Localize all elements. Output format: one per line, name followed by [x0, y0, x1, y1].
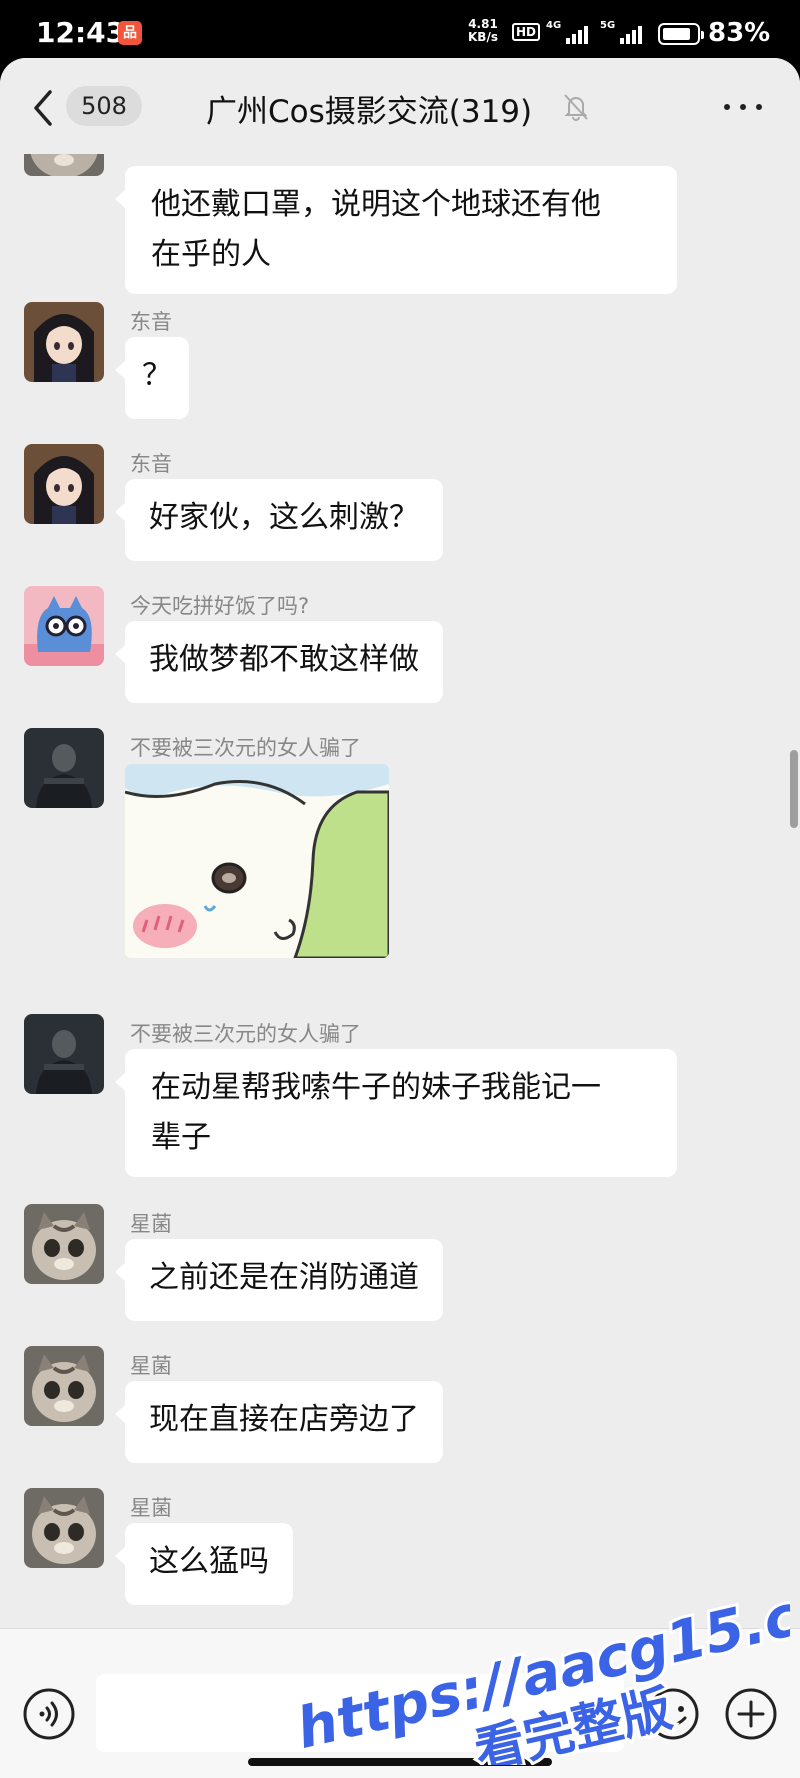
- blue-cat-avatar-icon[interactable]: [24, 586, 104, 666]
- crying-cartoon-sticker[interactable]: [125, 764, 389, 958]
- sender-name: 星菌: [130, 1496, 172, 1520]
- message-bubble[interactable]: 现在直接在店旁边了: [115, 1381, 443, 1463]
- sender-name: 东音: [130, 452, 172, 476]
- message-bubble[interactable]: 之前还是在消防通道: [115, 1239, 443, 1321]
- signal-5g-icon: 5G: [600, 20, 646, 46]
- more-options-button[interactable]: [718, 94, 768, 120]
- plus-icon: [725, 1688, 777, 1740]
- message-bubble[interactable]: ？: [115, 337, 189, 419]
- sender-name: 星菌: [130, 1354, 172, 1378]
- message-bubble[interactable]: 他还戴口罩，说明这个地球还有他 在乎的人: [115, 166, 677, 294]
- network-speed: 4.81 KB/s: [468, 17, 498, 44]
- anime-girl-avatar-icon[interactable]: [24, 302, 104, 382]
- status-bar: 12:43 品 4.81 KB/s HD 4G 5G 83%: [0, 0, 800, 58]
- anime-girl-avatar-icon[interactable]: [24, 444, 104, 524]
- cat-avatar-icon[interactable]: [24, 154, 104, 176]
- unread-count-badge[interactable]: 508: [66, 86, 142, 126]
- status-time: 12:43: [36, 16, 126, 49]
- dark-man-avatar-icon[interactable]: [24, 1014, 104, 1094]
- chat-app: 508 广州Cos摄影交流(319) 他还戴口罩，说明这个地球还有他 在乎的人 …: [0, 58, 800, 1778]
- sender-name: 星菌: [130, 1212, 172, 1236]
- emoji-button[interactable]: [646, 1687, 700, 1741]
- signal-4g-icon: 4G: [546, 20, 592, 46]
- app-notification-icon: 品: [118, 21, 142, 45]
- message-bubble[interactable]: 我做梦都不敢这样做: [115, 621, 443, 703]
- voice-input-button[interactable]: [22, 1687, 76, 1741]
- sender-name: 不要被三次元的女人骗了: [130, 1022, 361, 1046]
- message-bubble[interactable]: 好家伙，这么刺激？: [115, 479, 443, 561]
- more-functions-button[interactable]: [724, 1687, 778, 1741]
- sender-name: 东音: [130, 310, 172, 334]
- message-input[interactable]: [96, 1674, 624, 1752]
- battery-percent: 83%: [708, 18, 771, 48]
- mute-bell-icon: [562, 92, 590, 122]
- message-bubble[interactable]: 这么猛吗: [115, 1523, 293, 1605]
- chevron-left-icon: [34, 90, 52, 126]
- dark-man-avatar-icon[interactable]: [24, 728, 104, 808]
- cat-avatar-icon[interactable]: [24, 1346, 104, 1426]
- battery-icon: [658, 23, 704, 45]
- cat-avatar-icon[interactable]: [24, 1488, 104, 1568]
- hd-voice-icon: HD: [512, 23, 541, 41]
- chat-title: 广州Cos摄影交流(319): [206, 94, 533, 130]
- chat-header: 508 广州Cos摄影交流(319): [0, 58, 800, 154]
- input-bar: [0, 1628, 800, 1778]
- scrollbar-thumb[interactable]: [790, 750, 798, 828]
- back-button[interactable]: [28, 84, 58, 132]
- message-bubble[interactable]: 在动星帮我嗦牛子的妹子我能记一 辈子: [115, 1049, 677, 1177]
- smiley-icon: [647, 1688, 699, 1740]
- voice-icon: [23, 1688, 75, 1740]
- sender-name: 今天吃拼好饭了吗?: [130, 594, 310, 618]
- sender-name: 不要被三次元的女人骗了: [130, 736, 361, 760]
- home-indicator[interactable]: [248, 1758, 552, 1766]
- message-list[interactable]: 他还戴口罩，说明这个地球还有他 在乎的人 东音 ？ 东音 好家伙，这么刺激？ 今…: [0, 154, 800, 1686]
- cat-avatar-icon[interactable]: [24, 1204, 104, 1284]
